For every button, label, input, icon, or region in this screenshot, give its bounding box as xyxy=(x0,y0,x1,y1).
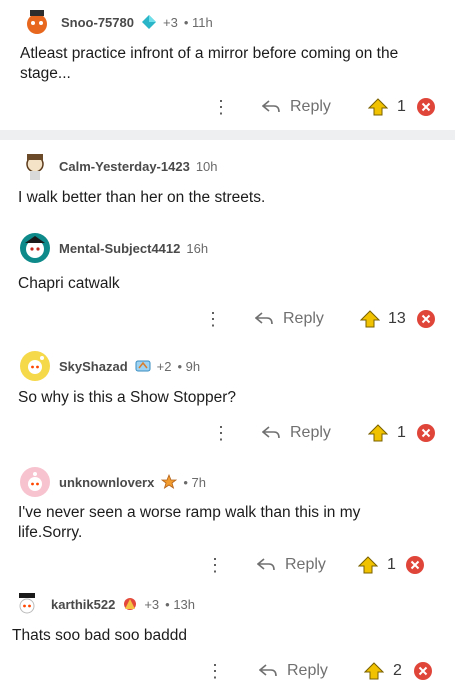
more-options-icon[interactable]: ⋮ xyxy=(212,92,230,122)
downvote-icon[interactable] xyxy=(417,98,435,116)
comment-text: I've never seen a worse ramp walk than t… xyxy=(18,504,361,541)
username[interactable]: SkyShazad xyxy=(59,359,128,374)
comment-text: So why is this a Show Stopper? xyxy=(18,389,236,406)
timestamp: • 9h xyxy=(177,358,201,374)
avatar[interactable] xyxy=(22,7,52,37)
upvote-icon[interactable] xyxy=(368,97,388,117)
award-count: +2 xyxy=(156,358,172,374)
comment-text: Chapri catwalk xyxy=(18,275,120,292)
reply-label: Reply xyxy=(290,98,331,115)
username[interactable]: Calm-Yesterday-1423 xyxy=(59,159,190,174)
upvote-icon[interactable] xyxy=(358,555,378,575)
award-count: +3 xyxy=(144,596,160,612)
award-badge-icon xyxy=(161,474,178,489)
downvote-icon[interactable] xyxy=(406,556,424,574)
timestamp: 10h xyxy=(195,158,218,174)
upvote-icon[interactable] xyxy=(368,423,388,443)
vote-count: 2 xyxy=(393,662,402,679)
thread-divider xyxy=(0,130,455,140)
reply-button[interactable]: Reply xyxy=(255,304,324,334)
avatar[interactable] xyxy=(20,233,50,263)
avatar[interactable] xyxy=(20,351,50,381)
award-badge-icon xyxy=(135,360,151,372)
more-options-icon[interactable]: ⋮ xyxy=(204,304,222,334)
comment-text: I walk better than her on the streets. xyxy=(18,189,266,206)
vote-count: 1 xyxy=(387,556,396,573)
upvote-icon[interactable] xyxy=(360,309,380,329)
comment-text: Thats soo bad soo baddd xyxy=(12,627,187,644)
diamond-award-icon xyxy=(141,15,156,29)
reply-button[interactable]: Reply xyxy=(257,550,326,580)
award-badge-icon xyxy=(124,598,137,610)
username[interactable]: Mental-Subject4412 xyxy=(59,241,180,256)
award-count: +3 xyxy=(162,14,178,30)
more-options-icon[interactable]: ⋮ xyxy=(212,418,230,448)
timestamp: • 11h xyxy=(183,14,213,30)
username[interactable]: karthik522 xyxy=(51,597,115,612)
avatar[interactable] xyxy=(20,467,50,497)
downvote-icon[interactable] xyxy=(417,424,435,442)
avatar[interactable] xyxy=(20,151,50,181)
vote-count: 13 xyxy=(388,310,406,327)
username[interactable]: unknownloverx xyxy=(59,475,154,490)
reply-label: Reply xyxy=(290,424,331,441)
reply-button[interactable]: Reply xyxy=(262,92,331,122)
more-options-icon[interactable]: ⋮ xyxy=(206,656,224,686)
timestamp: • 13h xyxy=(165,596,196,612)
reply-arrow-icon xyxy=(257,558,275,571)
timestamp: • 7h xyxy=(183,474,206,490)
username[interactable]: Snoo-75780 xyxy=(61,15,134,30)
downvote-icon[interactable] xyxy=(417,310,435,328)
avatar[interactable] xyxy=(12,589,42,619)
vote-count: 1 xyxy=(397,424,406,441)
reply-label: Reply xyxy=(287,662,328,679)
reply-label: Reply xyxy=(285,556,326,573)
reply-button[interactable]: Reply xyxy=(262,418,331,448)
more-options-icon[interactable]: ⋮ xyxy=(206,550,224,580)
reply-button[interactable]: Reply xyxy=(259,656,328,686)
vote-count: 1 xyxy=(397,98,406,115)
reply-arrow-icon xyxy=(255,312,273,325)
reply-arrow-icon xyxy=(259,664,277,677)
upvote-icon[interactable] xyxy=(364,661,384,681)
downvote-icon[interactable] xyxy=(414,662,432,680)
reply-arrow-icon xyxy=(262,100,280,113)
timestamp: 16h xyxy=(186,240,209,256)
reply-label: Reply xyxy=(283,310,324,327)
reply-arrow-icon xyxy=(262,426,280,439)
comment-text: Atleast practice infront of a mirror bef… xyxy=(20,45,399,82)
